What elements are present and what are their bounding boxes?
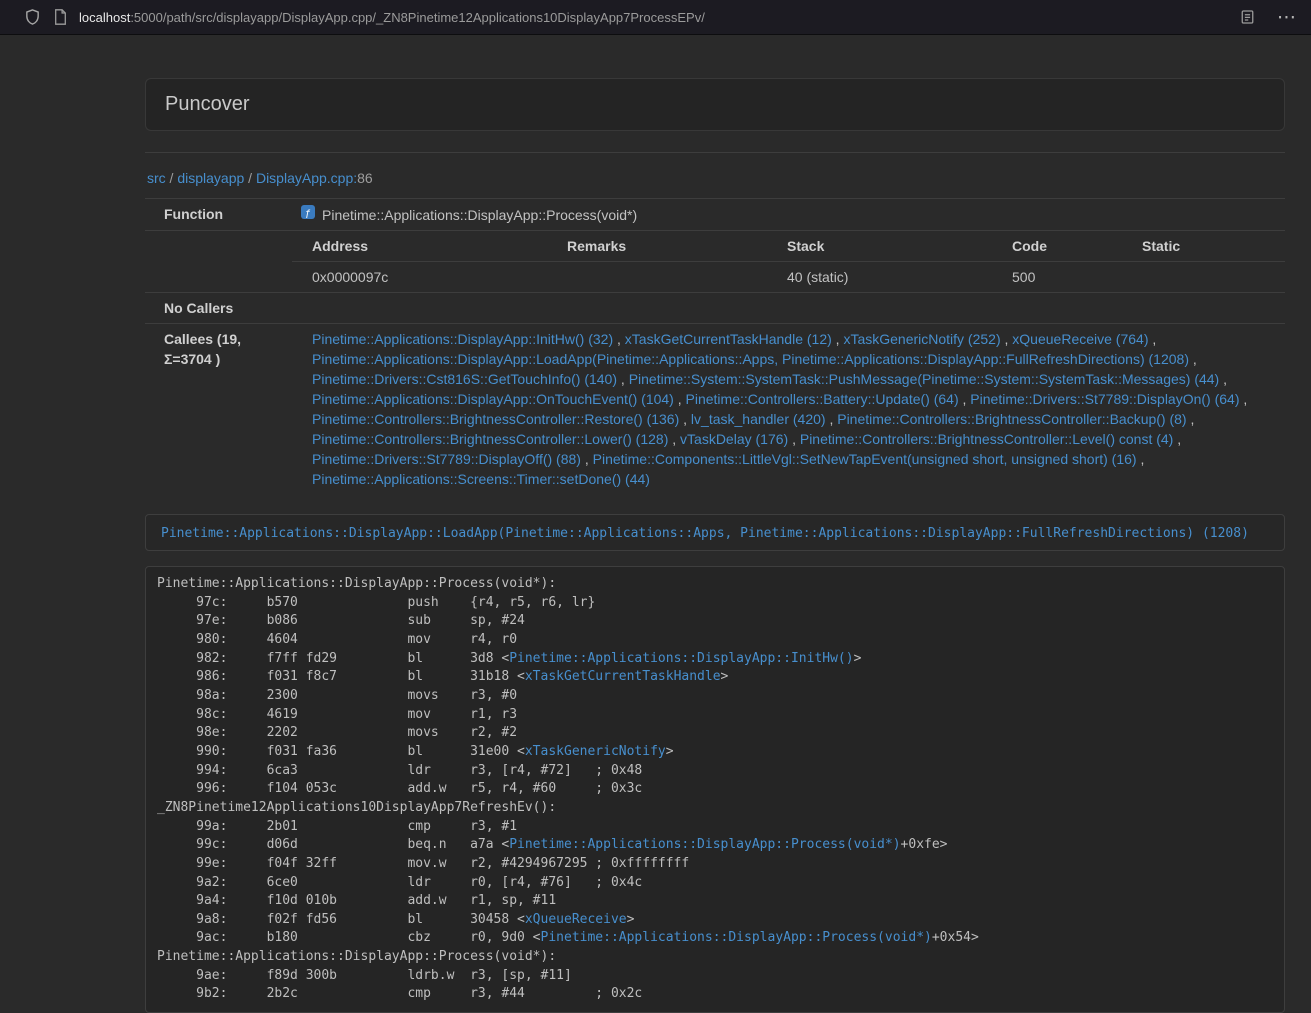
callee-link[interactable]: Pinetime::System::SystemTask::PushMessag… [629, 371, 1220, 387]
breadcrumb-separator: / [166, 170, 178, 186]
callee-separator: , [1240, 391, 1248, 407]
callee-separator: , [674, 391, 686, 407]
breadcrumb: src / displayapp / DisplayApp.cpp:86 [145, 170, 1285, 186]
callee-separator: , [1137, 451, 1145, 467]
callee-separator: , [1187, 411, 1195, 427]
stats-value-row: 0x0000097c 40 (static)500 [292, 262, 1285, 293]
stats-row: AddressRemarksStackCodeStatic 0x0000097c… [145, 231, 1285, 293]
symbol-link[interactable]: Pinetime::Applications::DisplayApp::Proc… [509, 837, 900, 852]
overflow-menu-icon[interactable]: ⋯ [1277, 8, 1297, 27]
disassembly: Pinetime::Applications::DisplayApp::Proc… [145, 566, 1285, 1013]
callee-separator: , [1189, 351, 1197, 367]
callee-link[interactable]: xTaskGenericNotify (252) [843, 331, 1000, 347]
breadcrumb-link[interactable]: src [147, 170, 166, 186]
symbol-link[interactable]: xQueueReceive [525, 912, 627, 927]
symbol-link[interactable]: Pinetime::Applications::DisplayApp::Proc… [541, 930, 932, 945]
breadcrumb-link[interactable]: displayapp [177, 170, 244, 186]
stats-value: 500 [992, 262, 1122, 293]
highlighted-symbol-box: Pinetime::Applications::DisplayApp::Load… [145, 514, 1285, 551]
callee-link[interactable]: xTaskGetCurrentTaskHandle (12) [625, 331, 832, 347]
symbol-link[interactable]: Pinetime::Applications::DisplayApp::Init… [509, 651, 853, 666]
stats-value: 40 (static) [767, 262, 992, 293]
url-text: localhost:5000/path/src/displayapp/Displ… [79, 10, 705, 25]
callee-link[interactable]: Pinetime::Drivers::St7789::DisplayOff() … [312, 451, 581, 467]
stats-header: Remarks [547, 231, 767, 262]
callee-link[interactable]: xQueueReceive (764) [1012, 331, 1148, 347]
callee-separator: , [832, 331, 844, 347]
url-bar[interactable]: localhost:5000/path/src/displayapp/Displ… [54, 3, 1228, 31]
callee-separator: , [1001, 331, 1013, 347]
callee-link[interactable]: Pinetime::Drivers::St7789::DisplayOn() (… [970, 391, 1239, 407]
callee-link[interactable]: Pinetime::Applications::DisplayApp::OnTo… [312, 391, 674, 407]
callee-separator: , [581, 451, 593, 467]
browser-chrome: localhost:5000/path/src/displayapp/Displ… [0, 0, 1311, 35]
callee-link[interactable]: lv_task_handler (420) [691, 411, 826, 427]
callee-link[interactable]: Pinetime::Controllers::BrightnessControl… [837, 411, 1186, 427]
stats-value: 0x0000097c [292, 262, 547, 293]
function-row: Function ƒ Pinetime::Applications::Displ… [145, 199, 1285, 231]
callee-separator: , [1148, 331, 1156, 347]
callee-separator: , [679, 411, 691, 427]
divider [145, 152, 1285, 153]
breadcrumb-line-number: 86 [357, 170, 373, 186]
function-icon: ƒ [300, 204, 316, 225]
stats-header: Code [992, 231, 1122, 262]
breadcrumb-separator: / [244, 170, 256, 186]
url-path: :5000/path/src/displayapp/DisplayApp.cpp… [130, 10, 705, 25]
symbol-link[interactable]: xTaskGenericNotify [525, 744, 666, 759]
no-callers-label: No Callers [145, 293, 292, 324]
function-table: Function ƒ Pinetime::Applications::Displ… [145, 198, 1285, 494]
callees-list: Pinetime::Applications::DisplayApp::Init… [312, 329, 1277, 489]
callee-link[interactable]: vTaskDelay (176) [680, 431, 788, 447]
callee-link[interactable]: Pinetime::Applications::DisplayApp::Init… [312, 331, 613, 347]
page-container: Puncover src / displayapp / DisplayApp.c… [145, 78, 1285, 1013]
function-label: Function [145, 199, 292, 231]
callee-link[interactable]: Pinetime::Controllers::BrightnessControl… [312, 411, 679, 427]
callees-row: Callees (19, Σ=3704 ) Pinetime::Applicat… [145, 324, 1285, 495]
url-host: localhost [79, 10, 130, 25]
highlighted-symbol-link[interactable]: Pinetime::Applications::DisplayApp::Load… [161, 526, 1249, 541]
callee-separator: , [1219, 371, 1227, 387]
shield-icon[interactable] [24, 8, 41, 26]
svg-text:ƒ: ƒ [305, 209, 311, 220]
stats-header: Stack [767, 231, 992, 262]
stats-value [1122, 262, 1285, 293]
callee-separator: , [788, 431, 800, 447]
stats-header: Static [1122, 231, 1285, 262]
callee-link[interactable]: Pinetime::Controllers::BrightnessControl… [800, 431, 1173, 447]
app-title-banner: Puncover [145, 78, 1285, 131]
callee-separator: , [826, 411, 838, 427]
stats-header-row: AddressRemarksStackCodeStatic [292, 231, 1285, 262]
callee-link[interactable]: Pinetime::Controllers::Battery::Update()… [686, 391, 959, 407]
callee-separator: , [959, 391, 971, 407]
app-title[interactable]: Puncover [165, 93, 250, 115]
callee-link[interactable]: Pinetime::Applications::DisplayApp::Load… [312, 351, 1189, 367]
callee-link[interactable]: Pinetime::Applications::Screens::Timer::… [312, 471, 650, 487]
stats-table: AddressRemarksStackCodeStatic 0x0000097c… [292, 231, 1285, 292]
page-info-icon[interactable] [54, 9, 67, 25]
chrome-actions: ⋯ [1240, 8, 1297, 27]
callee-separator: , [617, 371, 629, 387]
callee-separator: , [613, 331, 625, 347]
callee-separator: , [668, 431, 680, 447]
callee-link[interactable]: Pinetime::Drivers::Cst816S::GetTouchInfo… [312, 371, 617, 387]
breadcrumb-link[interactable]: DisplayApp.cpp: [256, 170, 357, 186]
callees-label: Callees (19, Σ=3704 ) [145, 324, 292, 495]
function-name: Pinetime::Applications::DisplayApp::Proc… [322, 205, 637, 225]
reader-view-icon[interactable] [1240, 9, 1255, 25]
callee-link[interactable]: Pinetime::Controllers::BrightnessControl… [312, 431, 668, 447]
no-callers-row: No Callers [145, 293, 1285, 324]
stats-header: Address [292, 231, 547, 262]
callee-link[interactable]: Pinetime::Components::LittleVgl::SetNewT… [593, 451, 1137, 467]
symbol-link[interactable]: xTaskGetCurrentTaskHandle [525, 669, 721, 684]
callee-separator: , [1173, 431, 1181, 447]
stats-value [547, 262, 767, 293]
